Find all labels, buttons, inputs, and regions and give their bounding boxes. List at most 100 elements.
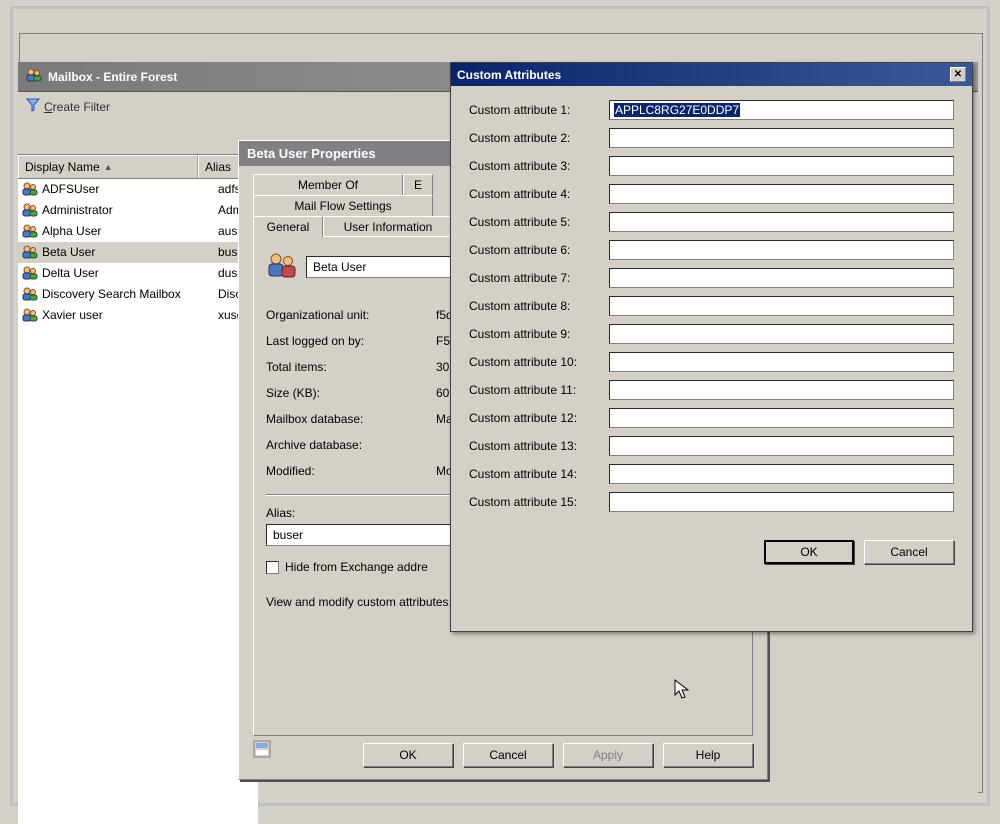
attr-label: Custom attribute 3: (469, 159, 609, 173)
tab-general[interactable]: General (253, 216, 323, 237)
attr-row: Custom attribute 1:APPLC8RG27E0DDP7 (469, 100, 954, 120)
attr-input-6[interactable] (609, 240, 954, 260)
attr-row: Custom attribute 7: (469, 268, 954, 288)
attr-row: Custom attribute 9: (469, 324, 954, 344)
list-header: Display Name▲ Alias (18, 155, 258, 179)
user-icon (22, 223, 38, 239)
sort-asc-icon: ▲ (104, 162, 113, 172)
attr-label: Custom attribute 7: (469, 271, 609, 285)
mailbox-icon (26, 67, 42, 86)
attr-label: Custom attribute 10: (469, 355, 609, 369)
tab-member-of[interactable]: Member Of (253, 174, 403, 195)
help-panel-icon[interactable] (253, 740, 271, 761)
row-display-name: Administrator (42, 203, 214, 217)
attr-row: Custom attribute 15: (469, 492, 954, 512)
attr-input-15[interactable] (609, 492, 954, 512)
attr-row: Custom attribute 10: (469, 352, 954, 372)
row-display-name: Alpha User (42, 224, 214, 238)
attr-label: Custom attribute 14: (469, 467, 609, 481)
attr-label: Custom attribute 8: (469, 299, 609, 313)
tab-mail-flow[interactable]: Mail Flow Settings (253, 195, 433, 216)
attr-input-12[interactable] (609, 408, 954, 428)
ok-button[interactable]: OK (363, 743, 453, 767)
create-filter-link[interactable]: Create Filter (44, 100, 110, 114)
hide-label: Hide from Exchange addre (285, 560, 428, 574)
attr-row: Custom attribute 5: (469, 212, 954, 232)
custom-titlebar: Custom Attributes ✕ (451, 63, 972, 86)
attr-input-13[interactable] (609, 436, 954, 456)
table-row[interactable]: Administrator Admi (18, 200, 258, 221)
row-display-name: ADFSUser (42, 182, 214, 196)
attr-input-5[interactable] (609, 212, 954, 232)
user-icon (22, 202, 38, 218)
custom-attributes-dialog: Custom Attributes ✕ Custom attribute 1:A… (450, 62, 973, 632)
attr-row: Custom attribute 4: (469, 184, 954, 204)
hide-checkbox[interactable] (266, 561, 279, 574)
user-list: Display Name▲ Alias ADFSUser adfsu Admin… (18, 154, 258, 824)
user-icon (22, 244, 38, 260)
custom-ok-button[interactable]: OK (764, 540, 854, 564)
cancel-button[interactable]: Cancel (463, 743, 553, 767)
attr-row: Custom attribute 8: (469, 296, 954, 316)
user-icon (22, 181, 38, 197)
table-row[interactable]: Beta User buse (18, 242, 258, 263)
attr-row: Custom attribute 12: (469, 408, 954, 428)
attr-label: Custom attribute 11: (469, 383, 609, 397)
last-logged-label: Last logged on by: (266, 334, 436, 348)
custom-cancel-button[interactable]: Cancel (864, 540, 954, 564)
table-row[interactable]: Delta User duse (18, 263, 258, 284)
attr-input-11[interactable] (609, 380, 954, 400)
user-icon (22, 265, 38, 281)
table-row[interactable]: Xavier user xuse (18, 305, 258, 326)
attr-label: Custom attribute 2: (469, 131, 609, 145)
cursor-icon (674, 679, 692, 701)
funnel-icon (26, 98, 40, 115)
tab-e-truncated[interactable]: E (403, 174, 433, 195)
attr-input-10[interactable] (609, 352, 954, 372)
row-display-name: Discovery Search Mailbox (42, 287, 214, 301)
attr-input-2[interactable] (609, 128, 954, 148)
attr-input-7[interactable] (609, 268, 954, 288)
attr-label: Custom attribute 6: (469, 243, 609, 257)
attr-row: Custom attribute 3: (469, 156, 954, 176)
attr-row: Custom attribute 2: (469, 128, 954, 148)
custom-title: Custom Attributes (457, 68, 561, 82)
attr-row: Custom attribute 11: (469, 380, 954, 400)
tab-user-information[interactable]: User Information (323, 216, 453, 237)
mailbox-title: Mailbox - Entire Forest (48, 70, 177, 84)
user-large-icon (266, 249, 298, 284)
attr-input-9[interactable] (609, 324, 954, 344)
attr-label: Custom attribute 4: (469, 187, 609, 201)
archive-label: Archive database: (266, 438, 436, 452)
user-icon (22, 286, 38, 302)
apply-button[interactable]: Apply (563, 743, 653, 767)
attr-label: Custom attribute 13: (469, 439, 609, 453)
modified-label: Modified: (266, 464, 436, 478)
attr-row: Custom attribute 13: (469, 436, 954, 456)
table-row[interactable]: Alpha User ause (18, 221, 258, 242)
attr-input-3[interactable] (609, 156, 954, 176)
attr-input-4[interactable] (609, 184, 954, 204)
attr-input-14[interactable] (609, 464, 954, 484)
size-label: Size (KB): (266, 386, 436, 400)
row-display-name: Beta User (42, 245, 214, 259)
help-button[interactable]: Help (663, 743, 753, 767)
attr-row: Custom attribute 14: (469, 464, 954, 484)
row-display-name: Delta User (42, 266, 214, 280)
total-items-label: Total items: (266, 360, 436, 374)
user-icon (22, 307, 38, 323)
table-row[interactable]: ADFSUser adfsu (18, 179, 258, 200)
attr-label: Custom attribute 1: (469, 103, 609, 117)
close-icon[interactable]: ✕ (950, 67, 966, 82)
attr-input-1[interactable]: APPLC8RG27E0DDP7 (609, 100, 954, 120)
mdb-label: Mailbox database: (266, 412, 436, 426)
attr-label: Custom attribute 5: (469, 215, 609, 229)
attr-label: Custom attribute 9: (469, 327, 609, 341)
column-display-name[interactable]: Display Name▲ (18, 155, 198, 178)
org-unit-label: Organizational unit: (266, 308, 436, 322)
table-row[interactable]: Discovery Search Mailbox Disco (18, 284, 258, 305)
attr-label: Custom attribute 12: (469, 411, 609, 425)
attr-input-8[interactable] (609, 296, 954, 316)
attr-label: Custom attribute 15: (469, 495, 609, 509)
row-display-name: Xavier user (42, 308, 214, 322)
